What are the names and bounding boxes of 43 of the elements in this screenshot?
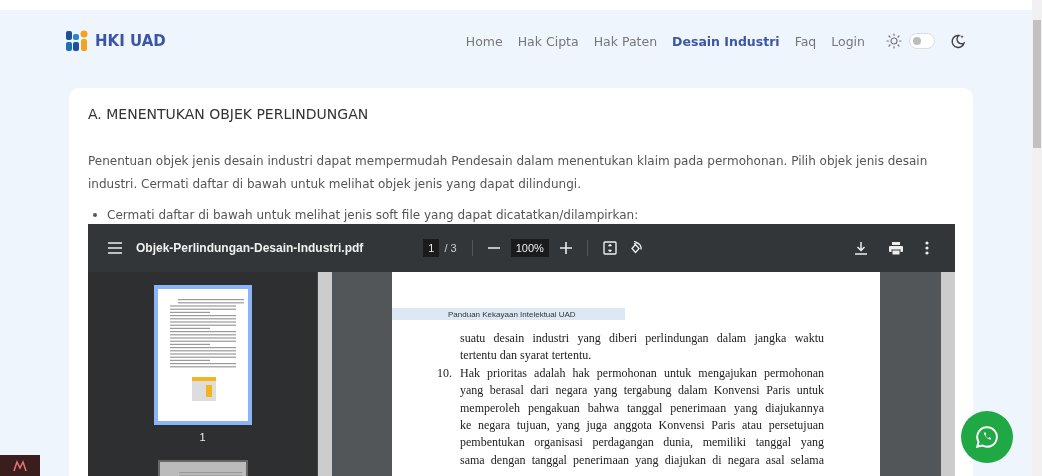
menu-icon[interactable] — [108, 242, 122, 254]
scrollbar[interactable] — [941, 272, 955, 476]
nav-link[interactable]: Home — [465, 33, 503, 49]
nav-link[interactable]: Desain Industri — [672, 33, 780, 49]
print-icon[interactable] — [889, 241, 903, 255]
pdf-text-line: pembentukan organisasi perdagangan dunia, memiliki tanggal yang — [460, 434, 824, 452]
logo-icon — [66, 30, 88, 52]
more-icon[interactable] — [925, 241, 929, 255]
download-icon[interactable] — [855, 241, 867, 255]
sun-icon — [886, 33, 902, 49]
nav-link[interactable]: Login — [831, 33, 865, 49]
zoom-field[interactable]: 100% — [510, 239, 549, 257]
pdf-text-line: memperoleh pengakuan bahwa tanggal penerimaan yang diajukannya — [460, 399, 824, 417]
page-thumbnail[interactable] — [153, 285, 252, 425]
whatsapp-icon — [974, 424, 1000, 450]
nav-link[interactable]: Faq — [794, 33, 817, 49]
intro-text: Penentuan objek jenis desain industri dapat mempermudah Pendesain dalam menentukan klaim pada permohonan. Pilih objek jenis desain industri. Cermati daftar di bawah untuk melihat objek jenis yang dapat dilindungi. — [88, 153, 929, 193]
scrollbar[interactable] — [1032, 0, 1042, 476]
pdf-text-line: tertentu dan syarat tertentu. — [460, 347, 593, 365]
bullet-icon — [93, 213, 97, 217]
pdf-text-line: sama dengan tanggal penerimaan yang diajukan di negara asal selama — [460, 451, 824, 469]
page-number-field[interactable]: 1 — [423, 239, 440, 257]
page-total: / 3 — [444, 242, 457, 254]
moon-icon — [950, 33, 966, 49]
fit-page-icon[interactable] — [602, 241, 617, 255]
pdf-text-line: Hak prioritas adalah hak permohonan untuk mengajukan permohonan — [460, 364, 824, 382]
page-label: 1 — [199, 431, 206, 443]
list-number: 10. — [436, 364, 453, 382]
zoom-in-icon[interactable] — [559, 242, 572, 254]
theme-toggle[interactable] — [909, 33, 935, 49]
section-title: A. MENENTUKAN OBJEK PERLINDUNGAN — [88, 106, 370, 122]
bullet-text: Cermati daftar di bawah untuk melihat jenis soft file yang dapat dicatatkan/dilampirkan: — [107, 208, 639, 222]
whatsapp-button[interactable] — [961, 411, 1013, 463]
logo-link[interactable]: HKI UAD — [95, 32, 166, 50]
scrollbar[interactable] — [317, 272, 332, 476]
nav-link[interactable]: Hak Cipta — [517, 33, 579, 49]
page-header-text: Panduan Kekayaan Intelektual UAD — [448, 309, 576, 319]
pdf-text-line: suatu desain industri yang diberi perlindungan dalam jangka waktu — [460, 330, 824, 347]
pdf-text-line: yang berasal dari negara yang tergabung dalam Konvensi Paris untuk — [460, 382, 824, 400]
pdf-text-line: ke negara tujuan, yang juga anggota Konvensi Paris atau persetujuan — [460, 417, 824, 435]
file-name: Objek-Perlindungan-Desain-Industri.pdf — [136, 241, 364, 255]
nav-link[interactable]: Hak Paten — [593, 33, 658, 49]
app-icon[interactable] — [0, 455, 40, 476]
